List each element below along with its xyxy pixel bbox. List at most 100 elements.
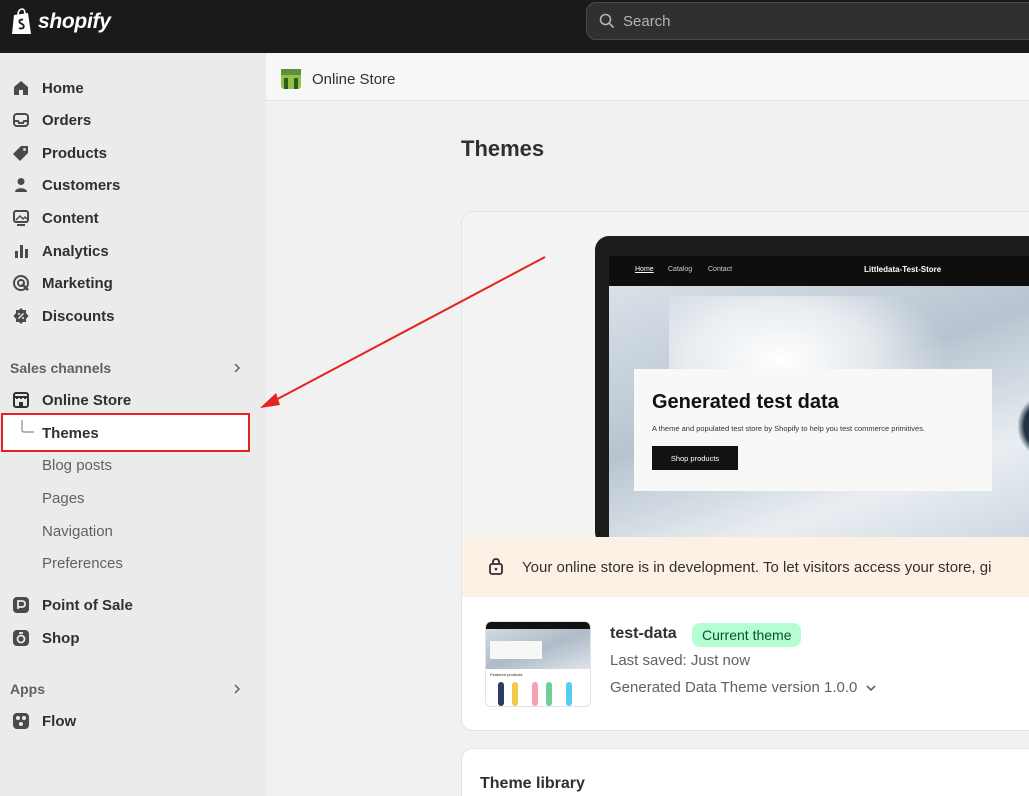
current-theme-card: Home Catalog Contact Littledata-Test-Sto… — [461, 211, 1029, 731]
sales-channels-title: Sales channels — [10, 360, 112, 376]
breadcrumb[interactable]: Online Store — [280, 68, 395, 90]
discount-icon — [11, 306, 31, 326]
sidebar-item-label: Home — [42, 79, 84, 97]
target-icon — [11, 273, 31, 293]
home-icon — [11, 78, 31, 98]
theme-name: test-data — [610, 625, 677, 642]
sidebar-item-blog-posts[interactable]: Blog posts — [0, 450, 266, 480]
store-nav-link: Catalog — [668, 266, 693, 273]
sidebar-item-label: Flow — [42, 712, 77, 730]
sidebar-item-label: Point of Sale — [42, 596, 133, 614]
sidebar-item-content[interactable]: Content — [0, 203, 266, 233]
store-preview-screen: Home Catalog Contact Littledata-Test-Sto… — [609, 256, 1029, 546]
hero-text-box: Generated test data A theme and populate… — [634, 369, 992, 491]
theme-preview[interactable]: Home Catalog Contact Littledata-Test-Sto… — [462, 212, 1029, 546]
search-icon — [599, 13, 615, 29]
chevron-right-icon[interactable] — [231, 362, 243, 374]
sidebar-item-discounts[interactable]: Discounts — [0, 301, 266, 331]
sidebar-item-preferences[interactable]: Preferences — [0, 548, 266, 578]
sidebar-item-label: Content — [42, 209, 99, 227]
shopify-bag-icon — [12, 8, 31, 34]
shopify-logo[interactable]: shopify — [10, 8, 111, 36]
sidebar-item-label: Products — [42, 144, 108, 162]
sidebar-item-products[interactable]: Products — [0, 138, 266, 168]
snowboard-icon — [566, 682, 572, 706]
pos-icon — [11, 595, 31, 615]
tag-icon — [11, 143, 31, 163]
person-icon — [11, 175, 31, 195]
snowboard-icon — [498, 682, 504, 706]
hero-subtitle: A theme and populated test store by Shop… — [652, 424, 926, 433]
snowboard-icon — [546, 682, 552, 706]
inbox-icon — [11, 110, 31, 130]
current-theme-row: Featured products test-data Current them… — [462, 597, 1029, 730]
shop-icon — [11, 628, 31, 648]
image-icon — [11, 208, 31, 228]
sidebar-item-marketing[interactable]: Marketing — [0, 268, 266, 298]
sidebar-item-themes[interactable]: Themes — [0, 418, 266, 448]
search-placeholder: Search — [623, 12, 671, 30]
sidebar-item-analytics[interactable]: Analytics — [0, 236, 266, 266]
current-theme-badge: Current theme — [692, 623, 802, 647]
theme-library-card: Theme library — [461, 748, 1029, 796]
store-name: Littledata-Test-Store — [864, 265, 942, 274]
sidebar-item-home[interactable]: Home — [0, 73, 266, 103]
sidebar-item-label: Customers — [42, 176, 121, 194]
snowboard-icon — [532, 682, 538, 706]
chevron-right-icon[interactable] — [231, 683, 243, 695]
chevron-down-icon — [866, 684, 876, 691]
logo-text: shopify — [38, 10, 111, 33]
shop-products-button: Shop products — [652, 446, 738, 470]
sidebar-item-flow[interactable]: Flow — [0, 706, 266, 736]
sidebar-item-label: Blog posts — [42, 456, 113, 474]
laptop-mockup: Home Catalog Contact Littledata-Test-Sto… — [595, 236, 1029, 546]
sidebar-item-pages[interactable]: Pages — [0, 483, 266, 513]
sidebar-item-point-of-sale[interactable]: Point of Sale — [0, 590, 266, 620]
sidebar-item-shop[interactable]: Shop — [0, 623, 266, 653]
thumb-hero-box — [490, 641, 542, 659]
thumb-nav — [486, 622, 590, 629]
sidebar-item-label: Preferences — [42, 554, 123, 572]
sidebar-item-label: Pages — [42, 489, 85, 507]
sidebar-item-label: Discounts — [42, 307, 115, 325]
store-nav-link: Contact — [708, 266, 733, 273]
breadcrumb-label: Online Store — [312, 70, 396, 88]
online-store-app-icon — [281, 69, 301, 89]
skier-figure — [1017, 396, 1029, 456]
development-banner-text: Your online store is in development. To … — [522, 558, 992, 576]
theme-version-dropdown[interactable]: Generated Data Theme version 1.0.0 — [610, 679, 877, 696]
flow-icon — [11, 711, 31, 731]
sidebar-item-label: Orders — [42, 111, 92, 129]
last-saved-text: Last saved: Just now — [610, 652, 751, 669]
search-input[interactable]: Search — [586, 2, 1029, 40]
tree-connector-icon — [21, 420, 34, 433]
top-bar: shopify Search — [0, 0, 1029, 53]
bar-chart-icon — [11, 241, 31, 261]
lock-icon — [489, 558, 503, 575]
thumb-label: Featured products — [490, 672, 523, 677]
sidebar-item-label: Shop — [42, 629, 80, 647]
sidebar-item-navigation[interactable]: Navigation — [0, 516, 266, 546]
sidebar-item-orders[interactable]: Orders — [0, 105, 266, 135]
sidebar-item-customers[interactable]: Customers — [0, 170, 266, 200]
header-divider — [266, 100, 1029, 101]
sidebar-item-label: Analytics — [42, 242, 109, 260]
sidebar-item-online-store[interactable]: Online Store — [0, 385, 266, 415]
hero-title: Generated test data — [652, 391, 839, 413]
theme-version-text: Generated Data Theme version 1.0.0 — [610, 679, 858, 696]
store-nav: Home Catalog Contact Littledata-Test-Sto… — [609, 256, 1029, 286]
sidebar: Home Orders Products Customers Content A… — [0, 53, 266, 796]
sidebar-item-label: Themes — [42, 424, 99, 442]
storefront-icon — [11, 390, 31, 410]
sidebar-item-label: Navigation — [42, 522, 113, 540]
store-nav-link: Home — [635, 266, 654, 273]
apps-title: Apps — [10, 681, 45, 697]
theme-thumbnail[interactable]: Featured products — [485, 621, 591, 707]
hero-image: Generated test data A theme and populate… — [609, 286, 1029, 546]
development-banner: Your online store is in development. To … — [462, 537, 1029, 597]
sidebar-item-label: Marketing — [42, 274, 113, 292]
snowboard-icon — [512, 682, 518, 706]
page-title: Themes — [461, 136, 545, 161]
theme-library-title: Theme library — [480, 775, 585, 792]
sidebar-item-label: Online Store — [42, 391, 132, 409]
